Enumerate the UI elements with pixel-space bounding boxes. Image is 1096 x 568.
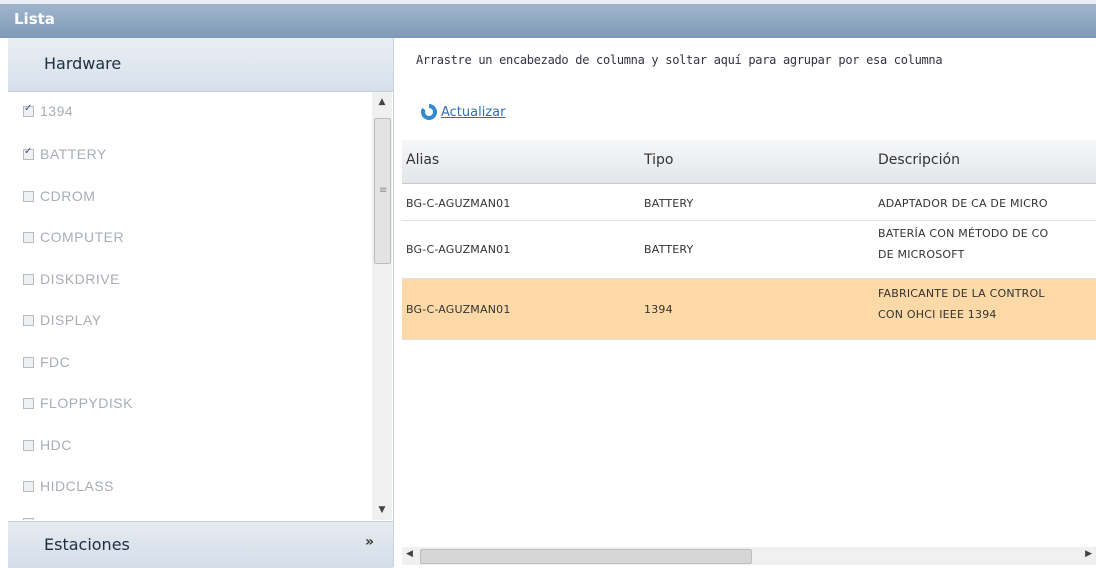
cell-descripcion: BATERÍA CON MÉTODO DE CO DE MICROSOFT — [878, 227, 1048, 261]
cell-descripcion-line1: FABRICANTE DE LA CONTROL — [878, 287, 1045, 300]
column-header-alias[interactable]: Alias — [406, 152, 439, 168]
table-row-selected[interactable]: BG-C-AGUZMAN01 1394 FABRICANTE DE LA CON… — [402, 279, 1096, 340]
left-panel: Hardware 1394 BATTERY CDROM COMPUTER DIS… — [8, 38, 394, 568]
list-item-computer[interactable]: COMPUTER — [23, 222, 124, 252]
refresh-button[interactable]: Actualizar — [421, 104, 505, 120]
list-item-label: HDC — [40, 437, 72, 453]
list-item-label: FDC — [40, 354, 71, 370]
list-item-hidclass[interactable]: HIDCLASS — [23, 471, 114, 501]
list-item-display[interactable]: DISPLAY — [23, 305, 102, 335]
grid-area: Arrastre un encabezado de columna y solt… — [394, 38, 1096, 567]
checkbox-computer[interactable] — [23, 231, 34, 243]
estaciones-panel-title: Estaciones — [44, 535, 130, 554]
checkbox-hdc[interactable] — [23, 439, 34, 451]
cell-descripcion: ADAPTADOR DE CA DE MICRO — [878, 197, 1048, 210]
cell-descripcion: FABRICANTE DE LA CONTROL CON OHCI IEEE 1… — [878, 287, 1045, 321]
expand-chevron-icon[interactable]: » — [365, 534, 374, 550]
checkbox-diskdrive[interactable] — [23, 273, 34, 285]
list-item-1394[interactable]: 1394 — [23, 96, 73, 126]
refresh-icon[interactable] — [421, 104, 437, 120]
hardware-list-scrollbar[interactable]: ▲ ≡ ▼ — [372, 92, 392, 520]
cell-descripcion-line1: ADAPTADOR DE CA DE MICRO — [878, 197, 1048, 210]
data-grid: Alias Tipo Descripción BG-C-AGUZMAN01 BA… — [402, 140, 1096, 470]
list-item-partial[interactable] — [23, 508, 40, 520]
scroll-left-arrow-icon[interactable]: ◀ — [406, 549, 413, 559]
hardware-list: 1394 BATTERY CDROM COMPUTER DISKDRIVE DI… — [8, 92, 393, 520]
list-item-label: DISPLAY — [40, 312, 102, 328]
list-item-diskdrive[interactable]: DISKDRIVE — [23, 264, 120, 294]
list-item-fdc[interactable]: FDC — [23, 347, 70, 377]
list-item-label: 1394 — [40, 103, 74, 119]
cell-descripcion-line2: CON OHCI IEEE 1394 — [878, 308, 997, 321]
refresh-link[interactable]: Actualizar — [441, 105, 505, 120]
scroll-right-arrow-icon[interactable]: ▶ — [1085, 549, 1092, 559]
window-title: Lista — [14, 10, 55, 28]
cell-tipo: BATTERY — [644, 197, 694, 210]
estaciones-panel-header[interactable]: Estaciones » — [8, 521, 393, 568]
table-row[interactable]: BG-C-AGUZMAN01 BATTERY BATERÍA CON MÉTOD… — [402, 221, 1096, 279]
scrollbar-grip-icon: ≡ — [379, 185, 388, 196]
hardware-panel-header[interactable]: Hardware — [8, 38, 393, 92]
table-row[interactable]: BG-C-AGUZMAN01 BATTERY ADAPTADOR DE CA D… — [402, 184, 1096, 221]
scroll-up-arrow-icon[interactable]: ▲ — [372, 94, 392, 110]
cell-tipo: BATTERY — [644, 243, 694, 256]
hardware-panel-title: Hardware — [44, 54, 122, 73]
list-item-label: COMPUTER — [40, 229, 125, 245]
checkbox-hidclass[interactable] — [23, 480, 34, 492]
list-item-battery[interactable]: BATTERY — [23, 139, 107, 169]
list-item-label: FLOPPYDISK — [40, 395, 133, 411]
list-item-label: DISKDRIVE — [40, 271, 120, 287]
list-item-cdrom[interactable]: CDROM — [23, 181, 95, 211]
cell-alias: BG-C-AGUZMAN01 — [406, 303, 511, 316]
grouping-hint[interactable]: Arrastre un encabezado de columna y solt… — [416, 53, 943, 67]
checkbox-partial[interactable] — [23, 517, 34, 520]
column-header-tipo[interactable]: Tipo — [644, 152, 673, 168]
checkbox-cdrom[interactable] — [23, 190, 34, 202]
cell-tipo: 1394 — [644, 303, 673, 316]
list-item-label: HIDCLASS — [40, 478, 115, 494]
grid-header: Alias Tipo Descripción — [402, 140, 1096, 184]
checkbox-floppydisk[interactable] — [23, 397, 34, 409]
checkbox-fdc[interactable] — [23, 356, 34, 368]
list-item-hdc[interactable]: HDC — [23, 430, 72, 460]
checkbox-battery[interactable] — [23, 146, 34, 160]
cell-alias: BG-C-AGUZMAN01 — [406, 197, 511, 210]
window-titlebar: Lista — [0, 0, 1096, 38]
checkbox-1394[interactable] — [23, 103, 34, 117]
checkbox-display[interactable] — [23, 314, 34, 326]
cell-descripcion-line1: BATERÍA CON MÉTODO DE CO — [878, 227, 1049, 240]
column-header-descripcion[interactable]: Descripción — [878, 152, 960, 168]
list-item-floppydisk[interactable]: FLOPPYDISK — [23, 388, 133, 418]
horizontal-scrollbar-thumb[interactable] — [420, 549, 752, 564]
cell-alias: BG-C-AGUZMAN01 — [406, 243, 511, 256]
scroll-down-arrow-icon[interactable]: ▼ — [372, 502, 392, 518]
list-item-label: CDROM — [40, 188, 96, 204]
grid-horizontal-scrollbar[interactable]: ◀ ▶ — [402, 547, 1096, 565]
list-item-label: BATTERY — [40, 146, 107, 162]
scrollbar-thumb[interactable]: ≡ — [374, 118, 391, 264]
cell-descripcion-line2: DE MICROSOFT — [878, 248, 965, 261]
